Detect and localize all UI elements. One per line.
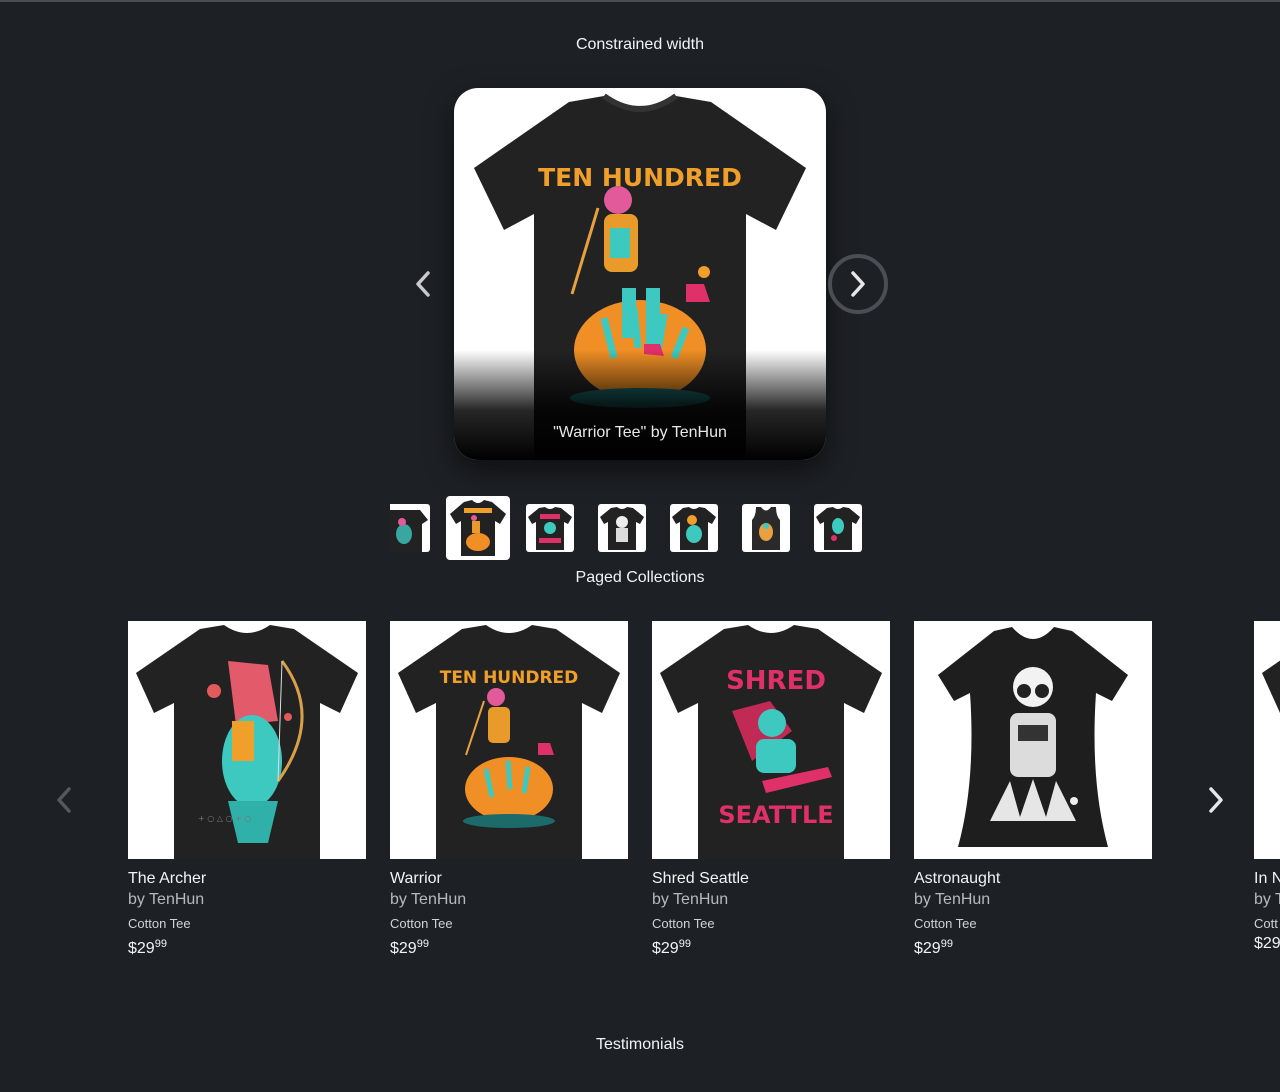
tee-thumbnail-image (390, 510, 428, 552)
product-name[interactable]: Shred Seattle (652, 869, 890, 889)
price-cents: 99 (416, 938, 429, 950)
product-price: $2999 (652, 933, 890, 960)
product-name[interactable]: In N (1254, 869, 1280, 889)
product-image[interactable]: SHRED SEATTLE (652, 621, 890, 859)
product-artist: by TenHun (914, 891, 991, 908)
thumbnail-warrior-active[interactable] (446, 496, 510, 560)
chevron-left-icon (57, 787, 71, 813)
thumbnail-green-character[interactable] (814, 504, 862, 552)
price-dollars: $29 (128, 940, 155, 957)
archer-tee-image: + ○ △ ○ + ○ (136, 625, 358, 859)
window-top-border (0, 0, 1280, 2)
shirt-print-top: SHRED (726, 666, 826, 696)
thumbnail-astronaught[interactable] (598, 504, 646, 552)
product-type: Cotton Tee (390, 916, 453, 931)
price-dollars: $29 (652, 940, 679, 957)
product-artist: by TenHun (390, 891, 467, 908)
section-title-paged: Paged Collections (575, 569, 705, 586)
price-cents: 99 (678, 938, 691, 950)
product-image[interactable]: TEN HUNDRED (390, 621, 628, 859)
product-card[interactable]: TEN HUNDRED Warrior by TenHun Cotton Tee… (390, 621, 628, 960)
collection-next-button[interactable] (1198, 780, 1234, 820)
chevron-left-icon (416, 271, 430, 297)
tee-thumbnail-image (450, 500, 506, 556)
tee-image (1262, 660, 1280, 713)
product-type: Cotton Tee (914, 916, 977, 931)
thumbnail-tank-top[interactable] (742, 504, 790, 552)
product-price: $29 (1254, 935, 1280, 952)
product-card[interactable]: SHRED SEATTLE Shred Seattle by TenHun Co… (652, 621, 890, 960)
product-type: Cotton Tee (128, 916, 191, 931)
product-artist: by TenHun (652, 891, 729, 908)
hero-caption-gradient (454, 350, 826, 460)
product-image[interactable] (914, 621, 1152, 859)
product-type: Cott (1254, 916, 1278, 931)
tee-thumbnail-image (600, 507, 644, 550)
svg-text:+ ○ △ ○ + ○: + ○ △ ○ + ○ (198, 814, 251, 823)
price-dollars: $29 (914, 940, 941, 957)
price-dollars: $29 (390, 940, 417, 957)
product-price: $2999 (128, 933, 366, 960)
thumbnail-shred-seattle[interactable] (526, 504, 574, 552)
thumbnail-partial[interactable] (390, 504, 430, 552)
price-cents: 99 (154, 938, 167, 950)
thumbnail-archer[interactable] (670, 504, 718, 552)
price-cents: 99 (940, 938, 953, 950)
product-card[interactable]: + ○ △ ○ + ○ The Archer by TenHun Cotton … (128, 621, 366, 960)
tee-thumbnail-image (752, 507, 780, 550)
warrior-tee-image: TEN HUNDRED (398, 625, 620, 859)
tee-thumbnail-image (528, 507, 572, 550)
product-name[interactable]: Warrior (390, 869, 628, 889)
shred-seattle-tee-image: SHRED SEATTLE (660, 625, 882, 859)
product-image[interactable] (1254, 621, 1280, 859)
hero-slide[interactable]: TEN HUNDRED "Warrior Tee" by TenHun (454, 88, 826, 460)
product-price: $2999 (914, 933, 1152, 960)
product-card[interactable]: Astronaught by TenHun Cotton Tee $2999 (914, 621, 1152, 960)
product-card-clipped[interactable]: In N by T Cott $29 (1254, 621, 1280, 971)
product-artist: by T (1254, 891, 1280, 908)
shirt-print-bottom: SEATTLE (718, 801, 833, 829)
product-type: Cotton Tee (652, 916, 715, 931)
tee-thumbnail-image (672, 507, 716, 550)
shirt-print-text: TEN HUNDRED (440, 668, 579, 688)
collection-prev-button[interactable] (46, 780, 82, 820)
section-title-constrained: Constrained width (575, 36, 705, 53)
tee-thumbnail-image (816, 507, 860, 550)
product-name[interactable]: The Archer (128, 869, 366, 889)
product-name[interactable]: Astronaught (914, 869, 1152, 889)
section-title-testimonials: Testimonials (595, 1036, 685, 1053)
chevron-right-icon (851, 271, 865, 297)
product-artist: by TenHun (128, 891, 205, 908)
chevron-right-icon (1209, 787, 1223, 813)
astronaught-tee-image (938, 627, 1128, 847)
product-image[interactable]: + ○ △ ○ + ○ (128, 621, 366, 859)
hero-next-button[interactable] (828, 254, 888, 314)
hero-prev-button[interactable] (404, 264, 442, 304)
hero-caption: "Warrior Tee" by TenHun (553, 424, 727, 441)
product-price: $2999 (390, 933, 628, 960)
shirt-print-text: TEN HUNDRED (538, 163, 742, 192)
